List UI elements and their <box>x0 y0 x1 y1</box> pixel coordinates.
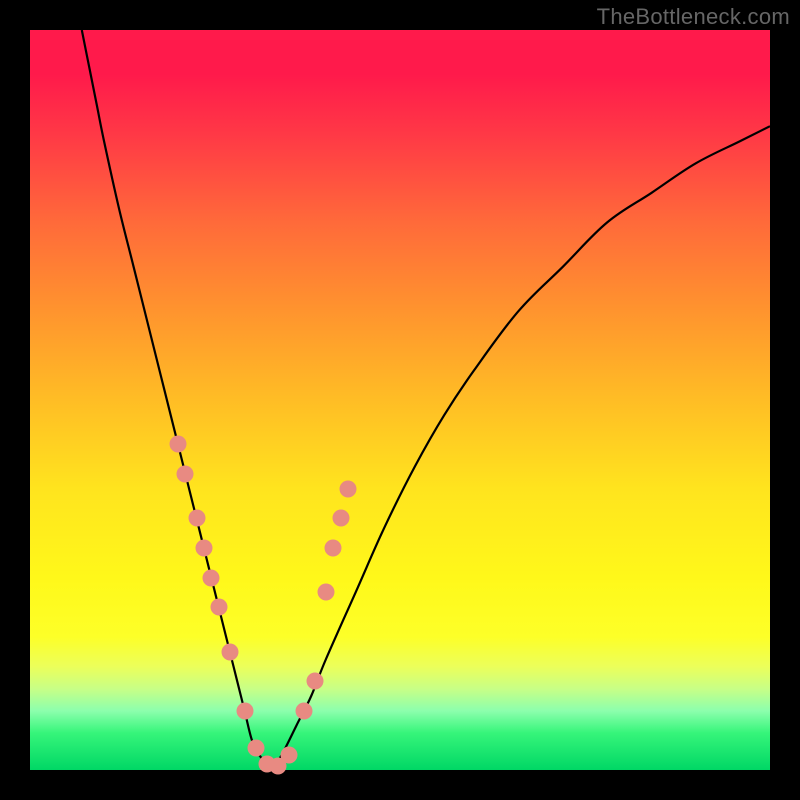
data-point <box>188 510 205 527</box>
data-point <box>221 643 238 660</box>
data-point <box>210 599 227 616</box>
data-point <box>177 466 194 483</box>
data-point <box>281 747 298 764</box>
curve-right-branch <box>274 126 770 766</box>
data-point <box>203 569 220 586</box>
data-point <box>247 739 264 756</box>
data-point <box>332 510 349 527</box>
chart-frame: TheBottleneck.com <box>0 0 800 800</box>
data-point <box>306 673 323 690</box>
curve-layer <box>30 30 770 770</box>
data-point <box>195 540 212 557</box>
curve-left-branch <box>82 30 274 766</box>
data-point <box>340 480 357 497</box>
plot-area <box>30 30 770 770</box>
data-point <box>318 584 335 601</box>
watermark-text: TheBottleneck.com <box>597 4 790 30</box>
data-point <box>295 702 312 719</box>
data-point <box>170 436 187 453</box>
data-point <box>325 540 342 557</box>
data-point <box>236 702 253 719</box>
